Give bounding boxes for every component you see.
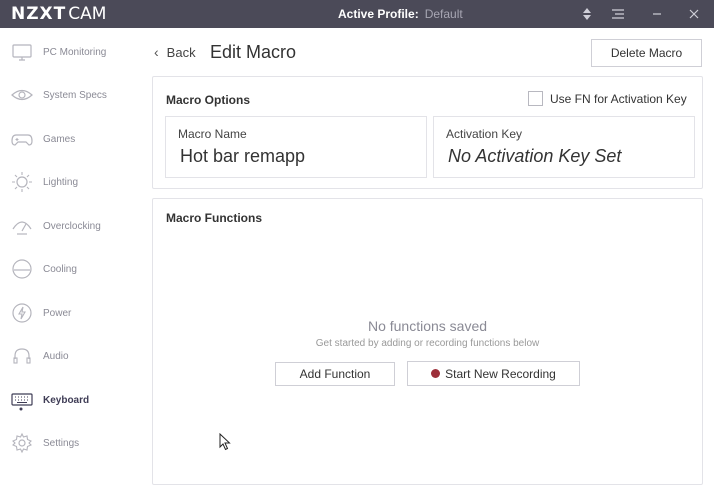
keyboard-icon [11, 389, 33, 411]
cooling-icon [11, 258, 33, 280]
title-bar: NZXT CAM Active Profile: Default [0, 0, 714, 28]
power-icon [11, 302, 33, 324]
add-function-button[interactable]: Add Function [275, 362, 395, 386]
sidebar: PC Monitoring System Specs Games Lightin… [0, 28, 142, 497]
sidebar-item-label: Settings [43, 437, 80, 449]
eye-icon [11, 84, 33, 106]
mouse-cursor-icon [219, 432, 231, 456]
sidebar-item-cooling[interactable]: Cooling [0, 249, 142, 289]
back-button[interactable]: ‹ Back [154, 44, 196, 60]
fn-activation-checkbox[interactable] [528, 91, 543, 106]
macro-functions-card: Macro Functions No functions saved Get s… [152, 198, 703, 485]
sidebar-item-power[interactable]: Power [0, 293, 142, 333]
headset-icon [11, 345, 33, 367]
delete-macro-button[interactable]: Delete Macro [591, 39, 702, 67]
back-label: Back [166, 44, 196, 60]
sidebar-item-overclocking[interactable]: Overclocking [0, 206, 142, 246]
sidebar-item-keyboard[interactable]: Keyboard [0, 380, 142, 420]
activation-key-label: Activation Key [446, 127, 523, 141]
sidebar-item-pc-monitoring[interactable]: PC Monitoring [0, 32, 142, 72]
start-recording-button[interactable]: Start New Recording [407, 361, 580, 386]
start-recording-label: Start New Recording [445, 366, 556, 381]
empty-state-title: No functions saved [367, 318, 488, 334]
macro-name-label: Macro Name [178, 127, 247, 141]
sidebar-item-audio[interactable]: Audio [0, 336, 142, 376]
main-content: ‹ Back Edit Macro Delete Macro Macro Opti… [142, 28, 714, 497]
active-profile[interactable]: Active Profile: Default [338, 7, 463, 21]
gauge-icon [11, 215, 33, 237]
sun-icon [11, 171, 33, 193]
sidebar-item-label: Power [43, 307, 72, 319]
profile-value: Default [424, 7, 463, 21]
record-dot-icon [431, 369, 441, 378]
profile-label: Active Profile: [338, 7, 419, 21]
minimize-icon[interactable] [646, 3, 668, 25]
sidebar-item-lighting[interactable]: Lighting [0, 162, 142, 202]
sidebar-item-label: Overclocking [43, 220, 101, 232]
activation-key-field[interactable]: Activation Key No Activation Key Set [433, 116, 695, 178]
sidebar-item-label: Keyboard [43, 394, 90, 406]
sidebar-item-label: PC Monitoring [43, 46, 107, 58]
sidebar-item-label: Lighting [43, 176, 79, 188]
gear-icon [11, 432, 33, 454]
menu-icon[interactable] [607, 3, 629, 25]
sidebar-item-label: Cooling [43, 263, 77, 275]
sidebar-item-system-specs[interactable]: System Specs [0, 75, 142, 115]
sort-icon[interactable] [576, 3, 598, 25]
macro-name-field[interactable]: Macro Name Hot bar remapp [165, 116, 427, 178]
page-title: Edit Macro [210, 42, 297, 62]
fn-activation-label: Use FN for Activation Key [550, 92, 687, 106]
macro-name-value: Hot bar remapp [180, 146, 306, 166]
monitor-icon [11, 41, 33, 63]
sidebar-item-label: Audio [43, 350, 69, 362]
activation-key-value: No Activation Key Set [448, 146, 622, 166]
macro-options-title: Macro Options [166, 93, 251, 107]
app-logo: NZXT CAM [11, 4, 107, 24]
sidebar-item-settings[interactable]: Settings [0, 423, 142, 463]
chevron-left-icon: ‹ [154, 44, 159, 60]
sidebar-item-label: System Specs [43, 89, 107, 101]
macro-options-card: Macro Options Use FN for Activation Key … [152, 76, 703, 189]
sidebar-item-label: Games [43, 133, 76, 145]
macro-functions-title: Macro Functions [166, 211, 263, 225]
close-icon[interactable] [683, 3, 705, 25]
empty-state-subtitle: Get started by adding or recording funct… [315, 338, 540, 349]
gamepad-icon [11, 128, 33, 150]
sidebar-item-games[interactable]: Games [0, 119, 142, 159]
